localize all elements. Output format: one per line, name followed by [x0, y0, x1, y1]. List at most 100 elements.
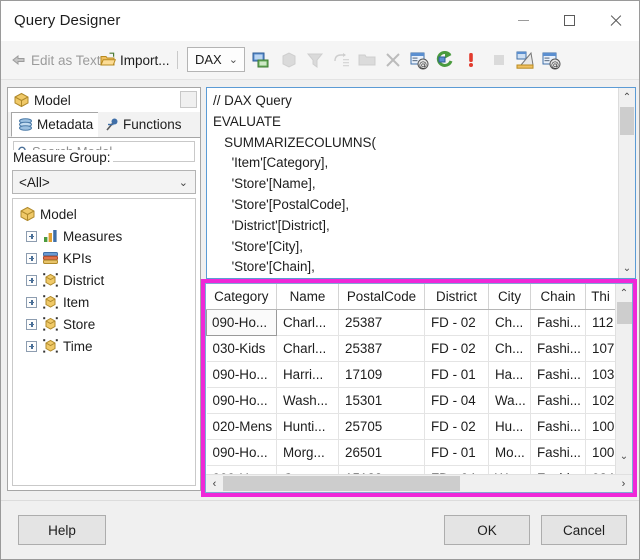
table-row[interactable]: 020-Mens Hunti... 25705 FD - 02 Hu... Fa… — [206, 413, 616, 440]
cell-chain[interactable]: Fashi... — [530, 361, 586, 388]
cell-city[interactable]: Hu... — [488, 413, 531, 440]
cell-name[interactable]: Morg... — [276, 439, 339, 466]
query-at-icon[interactable]: @ — [541, 50, 561, 70]
grid-horizontal-scrollbar[interactable]: ‹ › — [206, 474, 632, 492]
tree-item-kpis[interactable]: KPIs — [13, 247, 195, 269]
cell-district[interactable]: FD - 04 — [424, 387, 489, 414]
scroll-down-icon[interactable]: ⌄ — [619, 260, 635, 277]
expand-icon[interactable] — [26, 296, 37, 308]
cell-sales[interactable]: 107 — [585, 335, 616, 362]
cell-name[interactable]: Charl... — [276, 309, 339, 336]
cell-name[interactable]: Hunti... — [276, 413, 339, 440]
cell-sales[interactable]: 100 — [585, 413, 616, 440]
filter-icon[interactable] — [305, 50, 325, 70]
table-row[interactable]: 090-Ho... Charl... 25387 FD - 02 Ch... F… — [206, 309, 616, 336]
grid-vertical-scrollbar[interactable]: ⌃ ⌄ — [615, 284, 632, 474]
tree-item-item[interactable]: Item — [13, 291, 195, 313]
cell-district[interactable]: FD - 01 — [424, 439, 489, 466]
cell-district[interactable]: FD - 02 — [424, 413, 489, 440]
column-header-city[interactable]: City — [488, 284, 531, 310]
cell-city[interactable]: Ch... — [488, 309, 531, 336]
expand-icon[interactable] — [26, 252, 37, 264]
column-header-district[interactable]: District — [424, 284, 489, 310]
cell-city[interactable]: Mo... — [488, 439, 531, 466]
cell-category[interactable]: 090-Ho... — [206, 439, 277, 466]
cell-category[interactable]: 090-Ho... — [206, 387, 277, 414]
cancel-button[interactable]: Cancel — [541, 515, 627, 545]
table-row[interactable]: 090-Ho... Harri... 17109 FD - 01 Ha... F… — [206, 361, 616, 388]
edit-as-text-button[interactable]: Edit as Text — [9, 48, 103, 72]
expand-icon[interactable] — [26, 340, 37, 352]
tree-item-measures[interactable]: Measures — [13, 225, 195, 247]
design-mode-icon[interactable] — [515, 50, 535, 70]
cell-chain[interactable]: Fashi... — [530, 413, 586, 440]
cell-postalcode[interactable]: 15301 — [338, 387, 425, 414]
cell-category[interactable]: 020-Mens — [206, 413, 277, 440]
grid-hscroll-thumb[interactable] — [223, 476, 460, 491]
cell-city[interactable]: Ch... — [488, 335, 531, 362]
auto-detect-icon[interactable] — [331, 50, 351, 70]
exclamation-run-icon[interactable] — [461, 50, 481, 70]
scroll-down-icon[interactable]: ⌄ — [616, 448, 632, 465]
scroll-left-icon[interactable]: ‹ — [206, 475, 223, 492]
scroll-right-icon[interactable]: › — [615, 475, 632, 492]
table-row[interactable]: 090-Ho... Wash... 15301 FD - 04 Wa... Fa… — [206, 387, 616, 414]
add-dataset-icon[interactable] — [251, 50, 271, 70]
cell-sales[interactable]: 102 — [585, 387, 616, 414]
cell-category[interactable]: 090-Ho... — [206, 361, 277, 388]
model-tree[interactable]: Model Measures KPIs District Item Store … — [12, 198, 196, 486]
minimize-button[interactable] — [500, 1, 546, 40]
refresh-fields-icon[interactable] — [435, 50, 455, 70]
cell-city[interactable]: Ha... — [488, 361, 531, 388]
tree-item-model[interactable]: Model — [13, 203, 195, 225]
tree-item-district[interactable]: District — [13, 269, 195, 291]
table-row[interactable]: 090-Ho... Morg... 26501 FD - 01 Mo... Fa… — [206, 439, 616, 466]
cell-city[interactable]: Wa... — [488, 387, 531, 414]
grid-vscroll-thumb[interactable] — [617, 302, 632, 324]
cell-sales[interactable]: 112 — [585, 309, 616, 336]
column-header-name[interactable]: Name — [276, 284, 339, 310]
cube-icon[interactable] — [279, 50, 299, 70]
dax-query-text[interactable]: // DAX Query EVALUATE SUMMARIZECOLUMNS( … — [213, 91, 613, 278]
cell-district[interactable]: FD - 02 — [424, 309, 489, 336]
cell-category[interactable]: 090-Ho... — [206, 309, 277, 336]
model-panel-menu-button[interactable] — [180, 91, 197, 108]
tree-item-time[interactable]: Time — [13, 335, 195, 357]
cell-name[interactable]: Wash... — [276, 387, 339, 414]
cell-postalcode[interactable]: 26501 — [338, 439, 425, 466]
ok-button[interactable]: OK — [444, 515, 530, 545]
expand-icon[interactable] — [26, 274, 37, 286]
expand-icon[interactable] — [26, 230, 37, 242]
cell-name[interactable]: Harri... — [276, 361, 339, 388]
maximize-button[interactable] — [546, 1, 592, 40]
measure-group-select[interactable]: <All> ⌄ — [12, 170, 196, 194]
column-header-chain[interactable]: Chain — [530, 284, 586, 310]
scroll-up-icon[interactable]: ⌃ — [616, 285, 632, 302]
editor-vertical-scrollbar[interactable]: ⌃ ⌄ — [618, 88, 635, 278]
query-language-select[interactable]: DAX ⌄ — [187, 47, 245, 72]
delete-folder-icon[interactable] — [357, 50, 377, 70]
stop-icon[interactable] — [489, 50, 509, 70]
cell-sales[interactable]: 100 — [585, 439, 616, 466]
cell-category[interactable]: 030-Kids — [206, 335, 277, 362]
cell-postalcode[interactable]: 25387 — [338, 335, 425, 362]
cell-postalcode[interactable]: 25705 — [338, 413, 425, 440]
import-button[interactable]: Import... — [98, 48, 172, 72]
cell-chain[interactable]: Fashi... — [530, 387, 586, 414]
cell-chain[interactable]: Fashi... — [530, 309, 586, 336]
delete-x-icon[interactable] — [383, 50, 403, 70]
tab-functions[interactable]: Functions — [98, 112, 188, 137]
cell-postalcode[interactable]: 17109 — [338, 361, 425, 388]
cell-sales[interactable]: 103 — [585, 361, 616, 388]
help-button[interactable]: Help — [18, 515, 106, 545]
cell-district[interactable]: FD - 01 — [424, 361, 489, 388]
cell-name[interactable]: Charl... — [276, 335, 339, 362]
cell-district[interactable]: FD - 02 — [424, 335, 489, 362]
column-header-this-year-sales[interactable]: Thi — [585, 284, 616, 310]
column-header-postalcode[interactable]: PostalCode — [338, 284, 425, 310]
results-grid[interactable]: Category Name PostalCode District City C… — [205, 283, 633, 493]
cell-chain[interactable]: Fashi... — [530, 335, 586, 362]
scroll-up-icon[interactable]: ⌃ — [619, 89, 635, 106]
close-button[interactable] — [592, 1, 638, 40]
query-parameters-icon[interactable]: @ — [409, 50, 429, 70]
